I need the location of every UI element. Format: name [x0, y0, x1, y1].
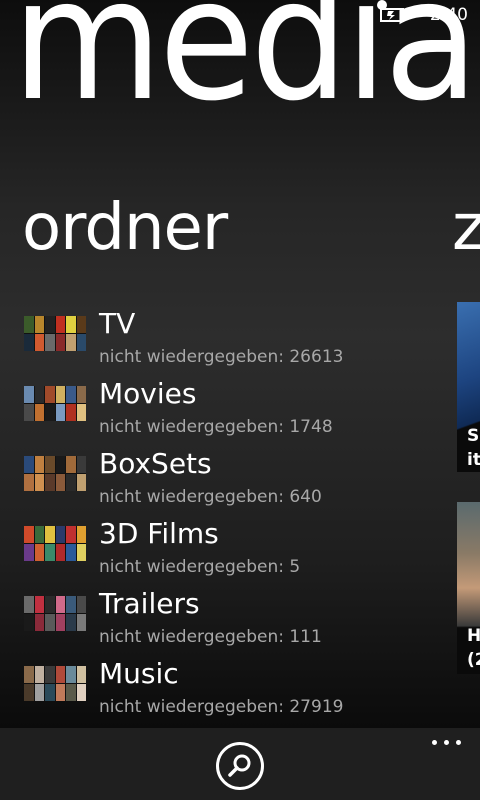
folder-name: Movies	[99, 377, 197, 410]
section-header: ordner	[22, 191, 228, 265]
search-icon	[228, 754, 251, 777]
folder-name: 3D Films	[99, 517, 219, 550]
tile-caption-line: S	[467, 426, 480, 446]
folder-thumbnail	[24, 526, 86, 561]
folder-name: BoxSets	[99, 447, 212, 480]
tile-caption-line: it	[467, 450, 480, 470]
folder-name: Trailers	[99, 587, 200, 620]
folder-thumbnail	[24, 386, 86, 421]
folder-unwatched-count: nicht wiedergegeben: 111	[99, 627, 322, 647]
tile-caption-line: (2	[467, 650, 480, 670]
folder-item-trailers[interactable]: Trailers nicht wiedergegeben: 111	[24, 586, 424, 656]
peek-media-tile[interactable]: S it	[457, 302, 480, 472]
panorama-title: media	[12, 0, 479, 138]
folder-unwatched-count: nicht wiedergegeben: 27919	[99, 697, 344, 717]
folder-item-tv[interactable]: TV nicht wiedergegeben: 26613	[24, 306, 424, 376]
folder-unwatched-count: nicht wiedergegeben: 26613	[99, 347, 344, 367]
folder-thumbnail	[24, 666, 86, 701]
folder-thumbnail	[24, 316, 86, 351]
folder-list: TV nicht wiedergegeben: 26613 Movies nic…	[24, 306, 424, 726]
folder-unwatched-count: nicht wiedergegeben: 1748	[99, 417, 333, 437]
folder-unwatched-count: nicht wiedergegeben: 640	[99, 487, 322, 507]
folder-item-movies[interactable]: Movies nicht wiedergegeben: 1748	[24, 376, 424, 446]
peek-media-tile[interactable]: H (2	[457, 502, 480, 674]
folder-unwatched-count: nicht wiedergegeben: 5	[99, 557, 301, 577]
folder-name: TV	[99, 307, 136, 340]
next-section-header-peek[interactable]: z	[452, 196, 480, 260]
folder-item-boxsets[interactable]: BoxSets nicht wiedergegeben: 640	[24, 446, 424, 516]
more-options-button[interactable]	[428, 732, 468, 752]
folder-item-3d-films[interactable]: 3D Films nicht wiedergegeben: 5	[24, 516, 424, 586]
folder-thumbnail	[24, 596, 86, 631]
app-bar	[0, 728, 480, 800]
folder-item-music[interactable]: Music nicht wiedergegeben: 27919	[24, 656, 424, 726]
search-button[interactable]	[216, 742, 264, 790]
folder-name: Music	[99, 657, 179, 690]
folder-thumbnail	[24, 456, 86, 491]
tile-caption-line: H	[467, 626, 480, 646]
